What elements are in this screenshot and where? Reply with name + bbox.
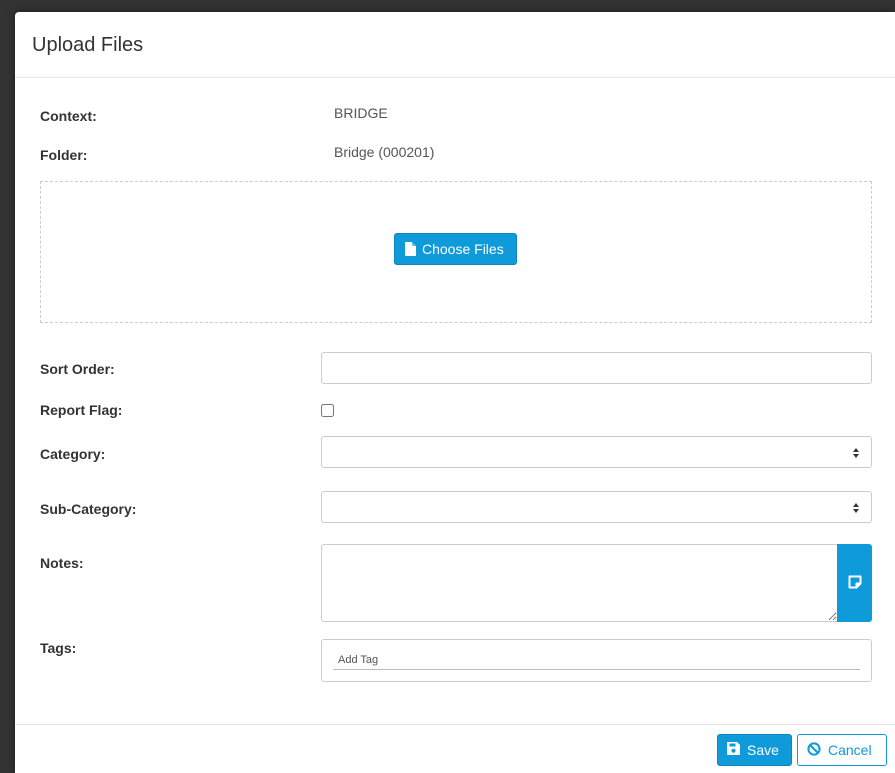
notes-template-button[interactable] [837,544,872,622]
select-arrows-icon [853,437,859,469]
file-icon [405,242,416,256]
add-tag-input[interactable] [333,651,860,670]
modal-header: Upload Files [15,12,895,78]
sub-category-label: Sub-Category: [40,501,137,517]
notes-label: Notes: [40,555,84,571]
report-flag-checkbox[interactable] [321,404,334,417]
notes-group [321,544,872,622]
modal-title: Upload Files [32,34,144,56]
sub-category-row: Sub-Category: [40,501,136,517]
category-label: Category: [40,446,106,462]
choose-files-label: Choose Files [422,241,504,257]
cancel-label: Cancel [828,742,872,758]
floppy-disk-icon [727,742,740,758]
ban-icon [807,741,821,759]
folder-label: Folder: [40,147,88,163]
notes-textarea[interactable] [321,544,838,622]
file-dropzone[interactable]: Choose Files [40,181,872,323]
context-label: Context: [40,108,97,124]
sort-order-row: Sort Order: [40,361,115,377]
folder-row: Folder: Bridge (000201) [40,144,434,163]
tags-label: Tags: [40,640,77,656]
context-row: Context: BRIDGE [40,105,388,124]
category-select[interactable] [321,436,872,468]
sticky-note-icon [847,574,863,593]
tags-row: Tags: [40,640,76,656]
modal-footer: Save Cancel [15,724,895,773]
sub-category-select[interactable] [321,491,872,523]
save-button[interactable]: Save [717,734,792,766]
report-flag-row: Report Flag: [40,402,122,418]
context-value: BRIDGE [334,105,388,121]
sort-order-label: Sort Order: [40,361,115,377]
upload-files-modal: Upload Files Context: BRIDGE Folder: Bri… [15,12,895,773]
folder-value: Bridge (000201) [334,144,435,160]
sort-order-input[interactable] [321,352,872,384]
choose-files-button[interactable]: Choose Files [394,233,517,265]
save-label: Save [747,742,779,758]
category-row: Category: [40,446,105,462]
notes-row: Notes: [40,555,84,571]
select-arrows-icon [853,492,859,524]
cancel-button[interactable]: Cancel [797,734,887,766]
tags-box [321,639,872,682]
report-flag-label: Report Flag: [40,402,123,418]
